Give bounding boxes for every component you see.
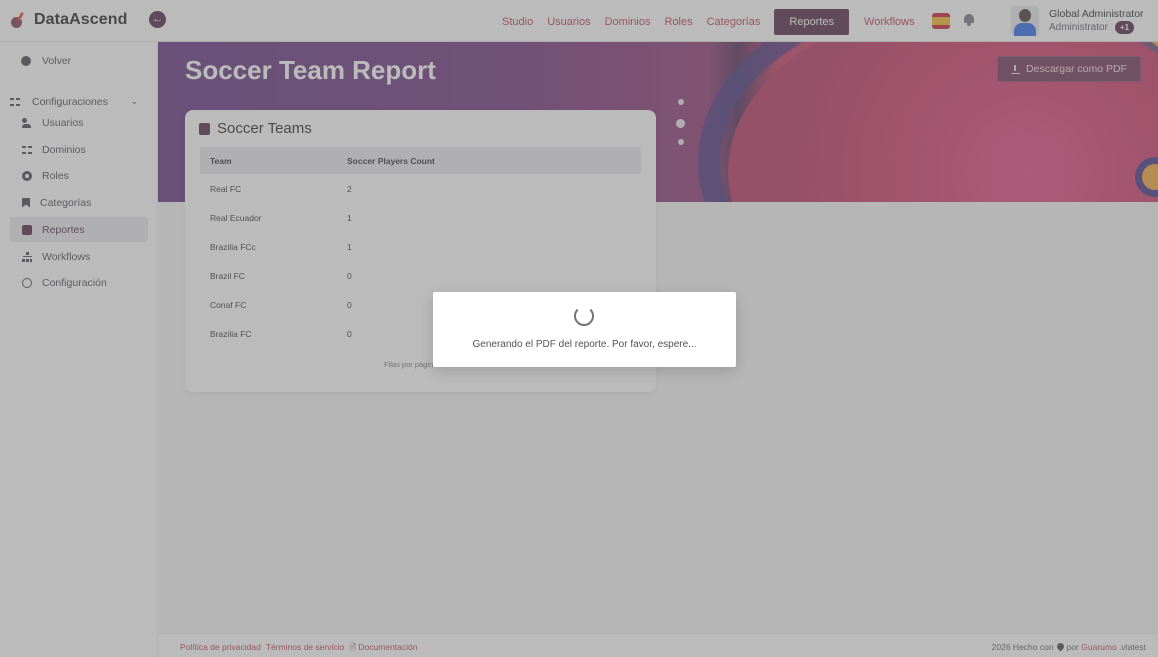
loading-spinner-icon (574, 306, 594, 326)
loading-message: Generando el PDF del reporte. Por favor,… (472, 339, 697, 350)
pdf-loading-dialog: Generando el PDF del reporte. Por favor,… (433, 292, 736, 367)
